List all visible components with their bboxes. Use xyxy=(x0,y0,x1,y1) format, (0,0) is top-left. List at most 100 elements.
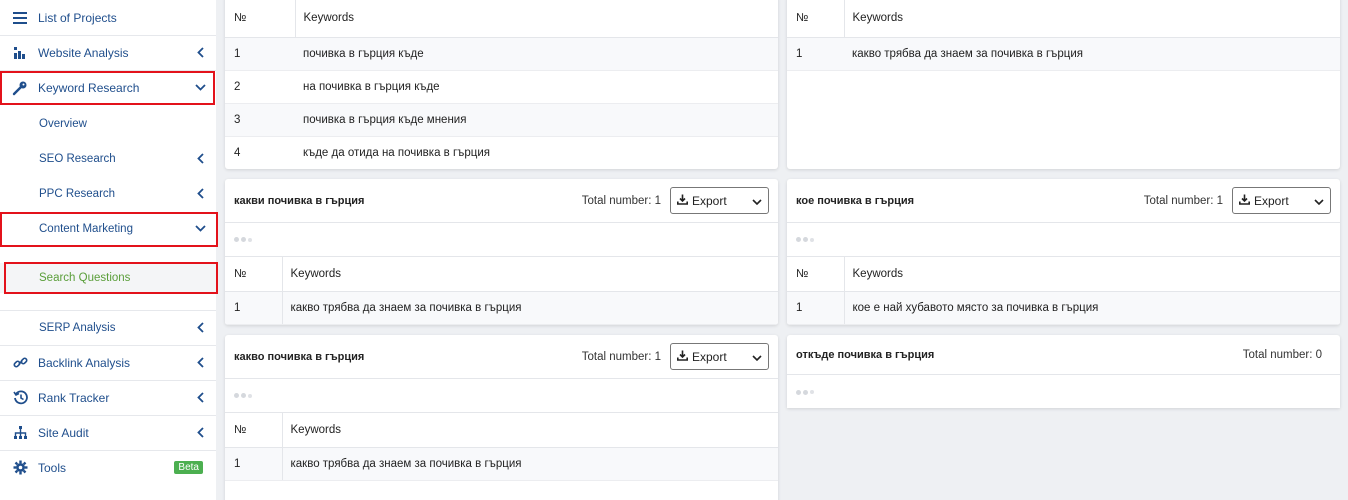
sidebar-item-label: SERP Analysis xyxy=(39,321,116,334)
keywords-card-top-left: № Keywords 1 почивка в гърция къде 2 на … xyxy=(225,0,778,169)
card-title: кое почивка в гърция xyxy=(796,194,915,207)
sidebar-item-label: Website Analysis xyxy=(38,45,129,60)
loading-dots xyxy=(225,223,778,257)
download-icon xyxy=(677,194,688,208)
sidebar-item-label: List of Projects xyxy=(38,10,117,25)
history-icon xyxy=(0,390,38,405)
sidebar-item-tools[interactable]: Tools Beta xyxy=(0,450,216,485)
table-row: 2 на почивка в гърция къде xyxy=(225,70,778,104)
total-number: Total number: 1 xyxy=(581,350,661,363)
content-marketing-highlight xyxy=(0,212,218,247)
sidebar-item-label: Rank Tracker xyxy=(38,390,110,405)
analytics-icon xyxy=(0,46,38,60)
row-number: 1 xyxy=(225,37,295,71)
search-questions-highlight xyxy=(4,262,218,294)
keywords-column-header: Keywords xyxy=(282,413,778,448)
no-column-header: № xyxy=(225,413,283,448)
card-title: какви почивка в гърция xyxy=(234,194,365,207)
row-number: 3 xyxy=(225,103,295,137)
sidebar-item-backlink-analysis[interactable]: Backlink Analysis xyxy=(0,345,216,380)
row-number: 4 xyxy=(234,146,241,159)
table-row: 1 какво трябва да знаем за почивка в гър… xyxy=(787,37,1340,71)
total-number: Total number: 1 xyxy=(581,194,661,207)
row-number: 2 xyxy=(225,70,295,104)
export-label: Export xyxy=(1254,193,1289,208)
download-icon xyxy=(677,350,688,364)
question-card-kakvo: какво почивка в гърция Total number: 1 E… xyxy=(225,335,778,500)
sidebar-item-site-audit[interactable]: Site Audit xyxy=(0,415,216,450)
export-button[interactable]: Export xyxy=(1232,187,1331,214)
row-keyword: кое е най хубавото място за почивка в гъ… xyxy=(844,291,1340,325)
keywords-card-top-right: № Keywords 1 какво трябва да знаем за по… xyxy=(787,0,1340,169)
table-row: 1 кое е най хубавото място за почивка в … xyxy=(787,291,1340,325)
row-keyword: почивка в гърция къде xyxy=(295,37,778,71)
sidebar-item-overview[interactable]: Overview xyxy=(0,106,216,141)
card-title: откъде почивка в гърция xyxy=(796,348,935,361)
sidebar-item-rank-tracker[interactable]: Rank Tracker xyxy=(0,380,216,415)
sidebar-item-label: Overview xyxy=(39,117,87,130)
chevron-left-icon xyxy=(190,322,210,333)
chevron-left-icon xyxy=(190,153,210,164)
sidebar-item-label: Backlink Analysis xyxy=(38,355,131,370)
keywords-column-header: Keywords xyxy=(295,0,778,38)
question-card-otkade: откъде почивка в гърция Total number: 0 xyxy=(787,335,1340,408)
sidebar-item-label: Site Audit xyxy=(38,425,89,440)
no-column-header: № xyxy=(225,0,296,38)
card-title: какво почивка в гърция xyxy=(234,350,365,363)
row-number: 1 xyxy=(787,291,845,325)
table-row: 3 почивка в гърция къде мнения xyxy=(225,103,778,137)
loading-dots xyxy=(225,379,778,413)
chevron-down-icon xyxy=(1314,194,1324,208)
total-number: Total number: 0 xyxy=(1242,348,1322,361)
chevron-left-icon xyxy=(190,357,210,368)
link-icon xyxy=(0,355,38,370)
row-number: 1 xyxy=(225,447,283,481)
row-keyword: на почивка в гърция къде xyxy=(295,70,778,104)
row-number: 1 xyxy=(787,37,844,71)
keywords-column-header: Keywords xyxy=(844,0,1340,38)
row-keyword: почивка в гърция къде мнения xyxy=(295,103,778,137)
export-button[interactable]: Export xyxy=(670,187,769,214)
card-header: откъде почивка в гърция Total number: 0 xyxy=(787,335,1340,375)
table-row: 1 почивка в гърция къде xyxy=(225,37,778,71)
download-icon xyxy=(1239,194,1250,208)
keywords-table: № Keywords 1 какво трябва да знаем за по… xyxy=(787,0,1340,71)
export-label: Export xyxy=(692,193,727,208)
keywords-table: № Keywords 1 кое е най хубавото място за … xyxy=(787,257,1340,325)
export-button[interactable]: Export xyxy=(670,343,769,370)
total-number: Total number: 1 xyxy=(1143,194,1223,207)
menu-icon xyxy=(0,11,38,24)
no-column-header: № xyxy=(787,0,845,38)
sidebar-item-ppc-research[interactable]: PPC Research xyxy=(0,176,216,211)
row-number: 1 xyxy=(225,291,283,325)
sidebar-item-website-analysis[interactable]: Website Analysis xyxy=(0,35,216,70)
question-card-kakvi: какви почивка в гърция Total number: 1 E… xyxy=(225,179,778,325)
keywords-table: № Keywords 1 почивка в гърция къде 2 на … xyxy=(225,0,778,169)
row-keyword: къде да отида на почивка в гърция xyxy=(303,146,490,159)
card-header: кое почивка в гърция Total number: 1 Exp… xyxy=(787,179,1340,223)
table-row: 1 какво трябва да знаем за почивка в гър… xyxy=(225,447,778,481)
table-row: 1 какво трябва да знаем за почивка в гър… xyxy=(225,291,778,325)
row-keyword: какво трябва да знаем за почивка в гърци… xyxy=(844,37,1340,71)
sidebar-item-list-of-projects[interactable]: List of Projects xyxy=(0,0,216,35)
chevron-left-icon xyxy=(190,188,210,199)
chevron-left-icon xyxy=(190,427,210,438)
sidebar-item-serp-analysis[interactable]: SERP Analysis xyxy=(0,310,216,345)
table-row: 4 къде да отида на почивка в гърция xyxy=(225,136,778,169)
sidebar-item-seo-research[interactable]: SEO Research xyxy=(0,141,216,176)
chevron-down-icon xyxy=(752,350,762,364)
keywords-column-header: Keywords xyxy=(844,257,1340,292)
keywords-table: № Keywords 1 какво трябва да знаем за поч… xyxy=(225,413,778,481)
no-column-header: № xyxy=(225,257,283,292)
beta-badge: Beta xyxy=(174,461,203,474)
chevron-down-icon xyxy=(752,194,762,208)
chevron-left-icon xyxy=(190,47,210,58)
card-header: какво почивка в гърция Total number: 1 E… xyxy=(225,335,778,379)
row-keyword: какво трябва да знаем за почивка в гърци… xyxy=(282,447,778,481)
sitemap-icon xyxy=(0,425,38,440)
sidebar-item-label: Tools xyxy=(38,460,67,475)
card-header: какви почивка в гърция Total number: 1 E… xyxy=(225,179,778,223)
sidebar-item-label: PPC Research xyxy=(39,187,116,200)
sidebar-item-label: SEO Research xyxy=(39,152,116,165)
chevron-left-icon xyxy=(190,392,210,403)
